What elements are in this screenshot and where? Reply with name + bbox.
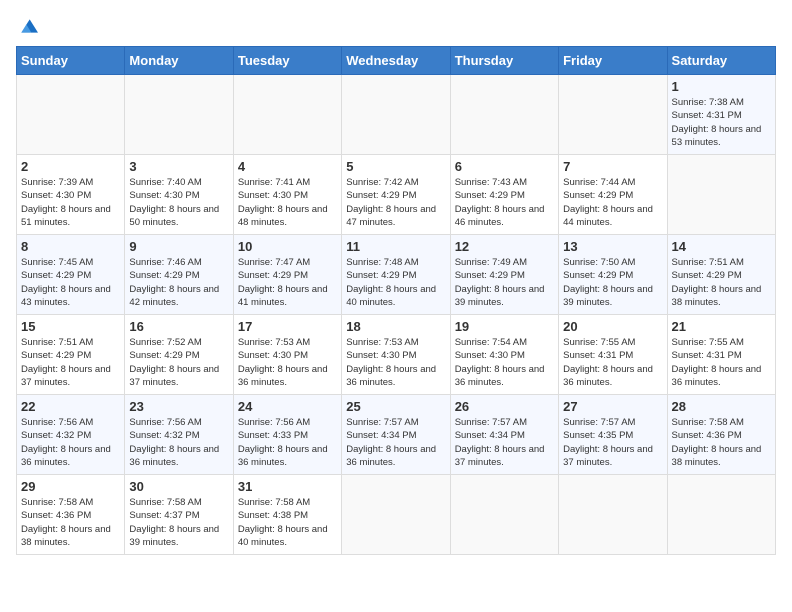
calendar-cell: 26Sunrise: 7:57 AMSunset: 4:34 PMDayligh…	[450, 395, 558, 475]
weekday-header-friday: Friday	[559, 47, 667, 75]
weekday-header-saturday: Saturday	[667, 47, 775, 75]
weekday-header-monday: Monday	[125, 47, 233, 75]
calendar-cell: 21Sunrise: 7:55 AMSunset: 4:31 PMDayligh…	[667, 315, 775, 395]
empty-cell	[233, 75, 341, 155]
calendar-cell: 16Sunrise: 7:52 AMSunset: 4:29 PMDayligh…	[125, 315, 233, 395]
calendar-cell: 17Sunrise: 7:53 AMSunset: 4:30 PMDayligh…	[233, 315, 341, 395]
calendar-cell: 23Sunrise: 7:56 AMSunset: 4:32 PMDayligh…	[125, 395, 233, 475]
calendar-cell: 11Sunrise: 7:48 AMSunset: 4:29 PMDayligh…	[342, 235, 450, 315]
calendar-cell: 31Sunrise: 7:58 AMSunset: 4:38 PMDayligh…	[233, 475, 341, 555]
calendar-cell: 19Sunrise: 7:54 AMSunset: 4:30 PMDayligh…	[450, 315, 558, 395]
logo	[16, 16, 38, 36]
calendar-cell: 18Sunrise: 7:53 AMSunset: 4:30 PMDayligh…	[342, 315, 450, 395]
calendar-cell: 29Sunrise: 7:58 AMSunset: 4:36 PMDayligh…	[17, 475, 125, 555]
calendar-cell: 7Sunrise: 7:44 AMSunset: 4:29 PMDaylight…	[559, 155, 667, 235]
calendar-week-2: 2Sunrise: 7:39 AMSunset: 4:30 PMDaylight…	[17, 155, 776, 235]
calendar-cell: 30Sunrise: 7:58 AMSunset: 4:37 PMDayligh…	[125, 475, 233, 555]
calendar-table: SundayMondayTuesdayWednesdayThursdayFrid…	[16, 46, 776, 555]
weekday-header-thursday: Thursday	[450, 47, 558, 75]
empty-cell	[17, 75, 125, 155]
calendar-week-5: 22Sunrise: 7:56 AMSunset: 4:32 PMDayligh…	[17, 395, 776, 475]
calendar-cell: 15Sunrise: 7:51 AMSunset: 4:29 PMDayligh…	[17, 315, 125, 395]
calendar-cell-day-1: 1Sunrise: 7:38 AMSunset: 4:31 PMDaylight…	[667, 75, 775, 155]
calendar-week-6: 29Sunrise: 7:58 AMSunset: 4:36 PMDayligh…	[17, 475, 776, 555]
calendar-cell	[667, 155, 775, 235]
calendar-cell: 22Sunrise: 7:56 AMSunset: 4:32 PMDayligh…	[17, 395, 125, 475]
calendar-cell: 9Sunrise: 7:46 AMSunset: 4:29 PMDaylight…	[125, 235, 233, 315]
calendar-week-3: 8Sunrise: 7:45 AMSunset: 4:29 PMDaylight…	[17, 235, 776, 315]
calendar-cell	[450, 475, 558, 555]
calendar-cell	[342, 475, 450, 555]
page-header	[16, 16, 776, 36]
calendar-cell: 6Sunrise: 7:43 AMSunset: 4:29 PMDaylight…	[450, 155, 558, 235]
calendar-cell	[559, 475, 667, 555]
calendar-cell: 24Sunrise: 7:56 AMSunset: 4:33 PMDayligh…	[233, 395, 341, 475]
calendar-cell: 28Sunrise: 7:58 AMSunset: 4:36 PMDayligh…	[667, 395, 775, 475]
empty-cell	[559, 75, 667, 155]
weekday-header-row: SundayMondayTuesdayWednesdayThursdayFrid…	[17, 47, 776, 75]
calendar-cell: 4Sunrise: 7:41 AMSunset: 4:30 PMDaylight…	[233, 155, 341, 235]
logo-icon	[18, 16, 38, 36]
calendar-cell: 10Sunrise: 7:47 AMSunset: 4:29 PMDayligh…	[233, 235, 341, 315]
weekday-header-tuesday: Tuesday	[233, 47, 341, 75]
calendar-cell: 14Sunrise: 7:51 AMSunset: 4:29 PMDayligh…	[667, 235, 775, 315]
calendar-cell: 27Sunrise: 7:57 AMSunset: 4:35 PMDayligh…	[559, 395, 667, 475]
empty-cell	[125, 75, 233, 155]
calendar-cell: 13Sunrise: 7:50 AMSunset: 4:29 PMDayligh…	[559, 235, 667, 315]
calendar-week-1: 1Sunrise: 7:38 AMSunset: 4:31 PMDaylight…	[17, 75, 776, 155]
calendar-cell: 3Sunrise: 7:40 AMSunset: 4:30 PMDaylight…	[125, 155, 233, 235]
calendar-cell: 5Sunrise: 7:42 AMSunset: 4:29 PMDaylight…	[342, 155, 450, 235]
empty-cell	[450, 75, 558, 155]
calendar-cell: 25Sunrise: 7:57 AMSunset: 4:34 PMDayligh…	[342, 395, 450, 475]
calendar-cell: 12Sunrise: 7:49 AMSunset: 4:29 PMDayligh…	[450, 235, 558, 315]
weekday-header-wednesday: Wednesday	[342, 47, 450, 75]
calendar-cell: 2Sunrise: 7:39 AMSunset: 4:30 PMDaylight…	[17, 155, 125, 235]
calendar-cell	[667, 475, 775, 555]
calendar-cell: 8Sunrise: 7:45 AMSunset: 4:29 PMDaylight…	[17, 235, 125, 315]
calendar-cell: 20Sunrise: 7:55 AMSunset: 4:31 PMDayligh…	[559, 315, 667, 395]
weekday-header-sunday: Sunday	[17, 47, 125, 75]
calendar-week-4: 15Sunrise: 7:51 AMSunset: 4:29 PMDayligh…	[17, 315, 776, 395]
empty-cell	[342, 75, 450, 155]
